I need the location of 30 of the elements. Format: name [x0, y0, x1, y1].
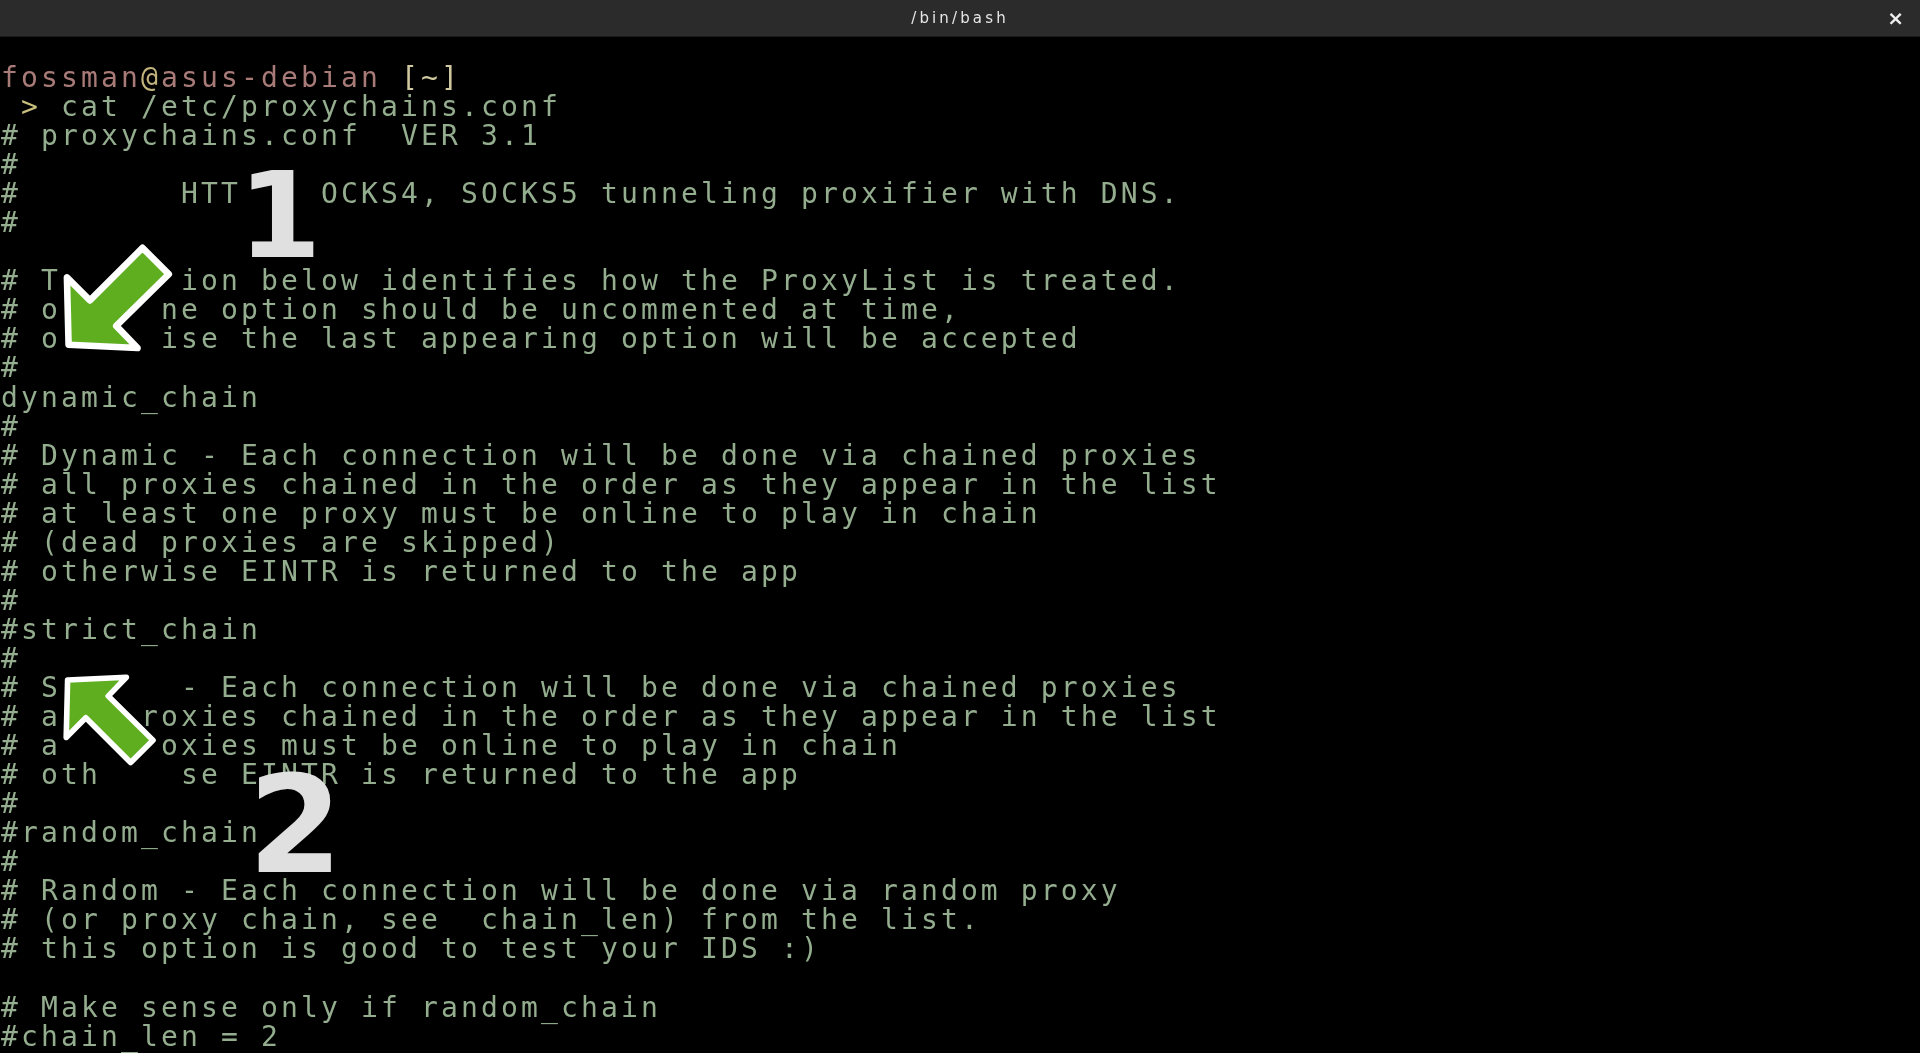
terminal-line: # S - Each connection will be done via chained proxies [1, 673, 1181, 702]
terminal-line: # [1, 847, 21, 877]
terminal-line: # a oxies must be online to play in chain [1, 731, 901, 761]
terminal-line: # this option is good to test your IDS :) [1, 934, 821, 964]
terminal-line: # o ise the last appearing option will be accepted [1, 324, 1081, 354]
terminal-line: # [1, 353, 21, 383]
command-text: cat /etc/proxychains.conf [61, 92, 561, 122]
terminal-line: # a roxies chained in the order as they appear in the list [1, 702, 1221, 732]
terminal-line: # Make sense only if random_chain [1, 992, 661, 1022]
prompt-symbol: > [21, 92, 41, 122]
terminal-line: # [1, 208, 21, 238]
terminal-line: # Random - Each connection will be done via random proxy [1, 876, 1121, 906]
hostname: asus-debian [161, 63, 381, 92]
window-title: /bin/bash [911, 9, 1009, 27]
terminal-line: # [1, 585, 21, 615]
terminal-line: # [1, 150, 21, 180]
terminal-line: # [1, 789, 21, 819]
terminal-line: # o ne option should be uncommented at time, [1, 295, 961, 325]
at-sign: @ [141, 63, 161, 92]
terminal-line: # T ion below identifies how the ProxyList is treated. [1, 266, 1181, 296]
working-directory: [~] [400, 63, 461, 92]
terminal-line: # [1, 411, 21, 441]
terminal-line: # [1, 643, 21, 673]
terminal-line: # proxychains.conf VER 3.1 [1, 121, 541, 151]
username: fossman [1, 63, 141, 92]
terminal-line: # (or proxy chain, see chain_len) from the list. [1, 905, 981, 935]
terminal-line: dynamic_chain [1, 382, 261, 412]
close-button[interactable]: × [1883, 6, 1908, 30]
terminal-line: #chain_len = 2 [1, 1021, 281, 1051]
terminal-line: # Dynamic - Each connection will be done via chained proxies [1, 440, 1201, 470]
